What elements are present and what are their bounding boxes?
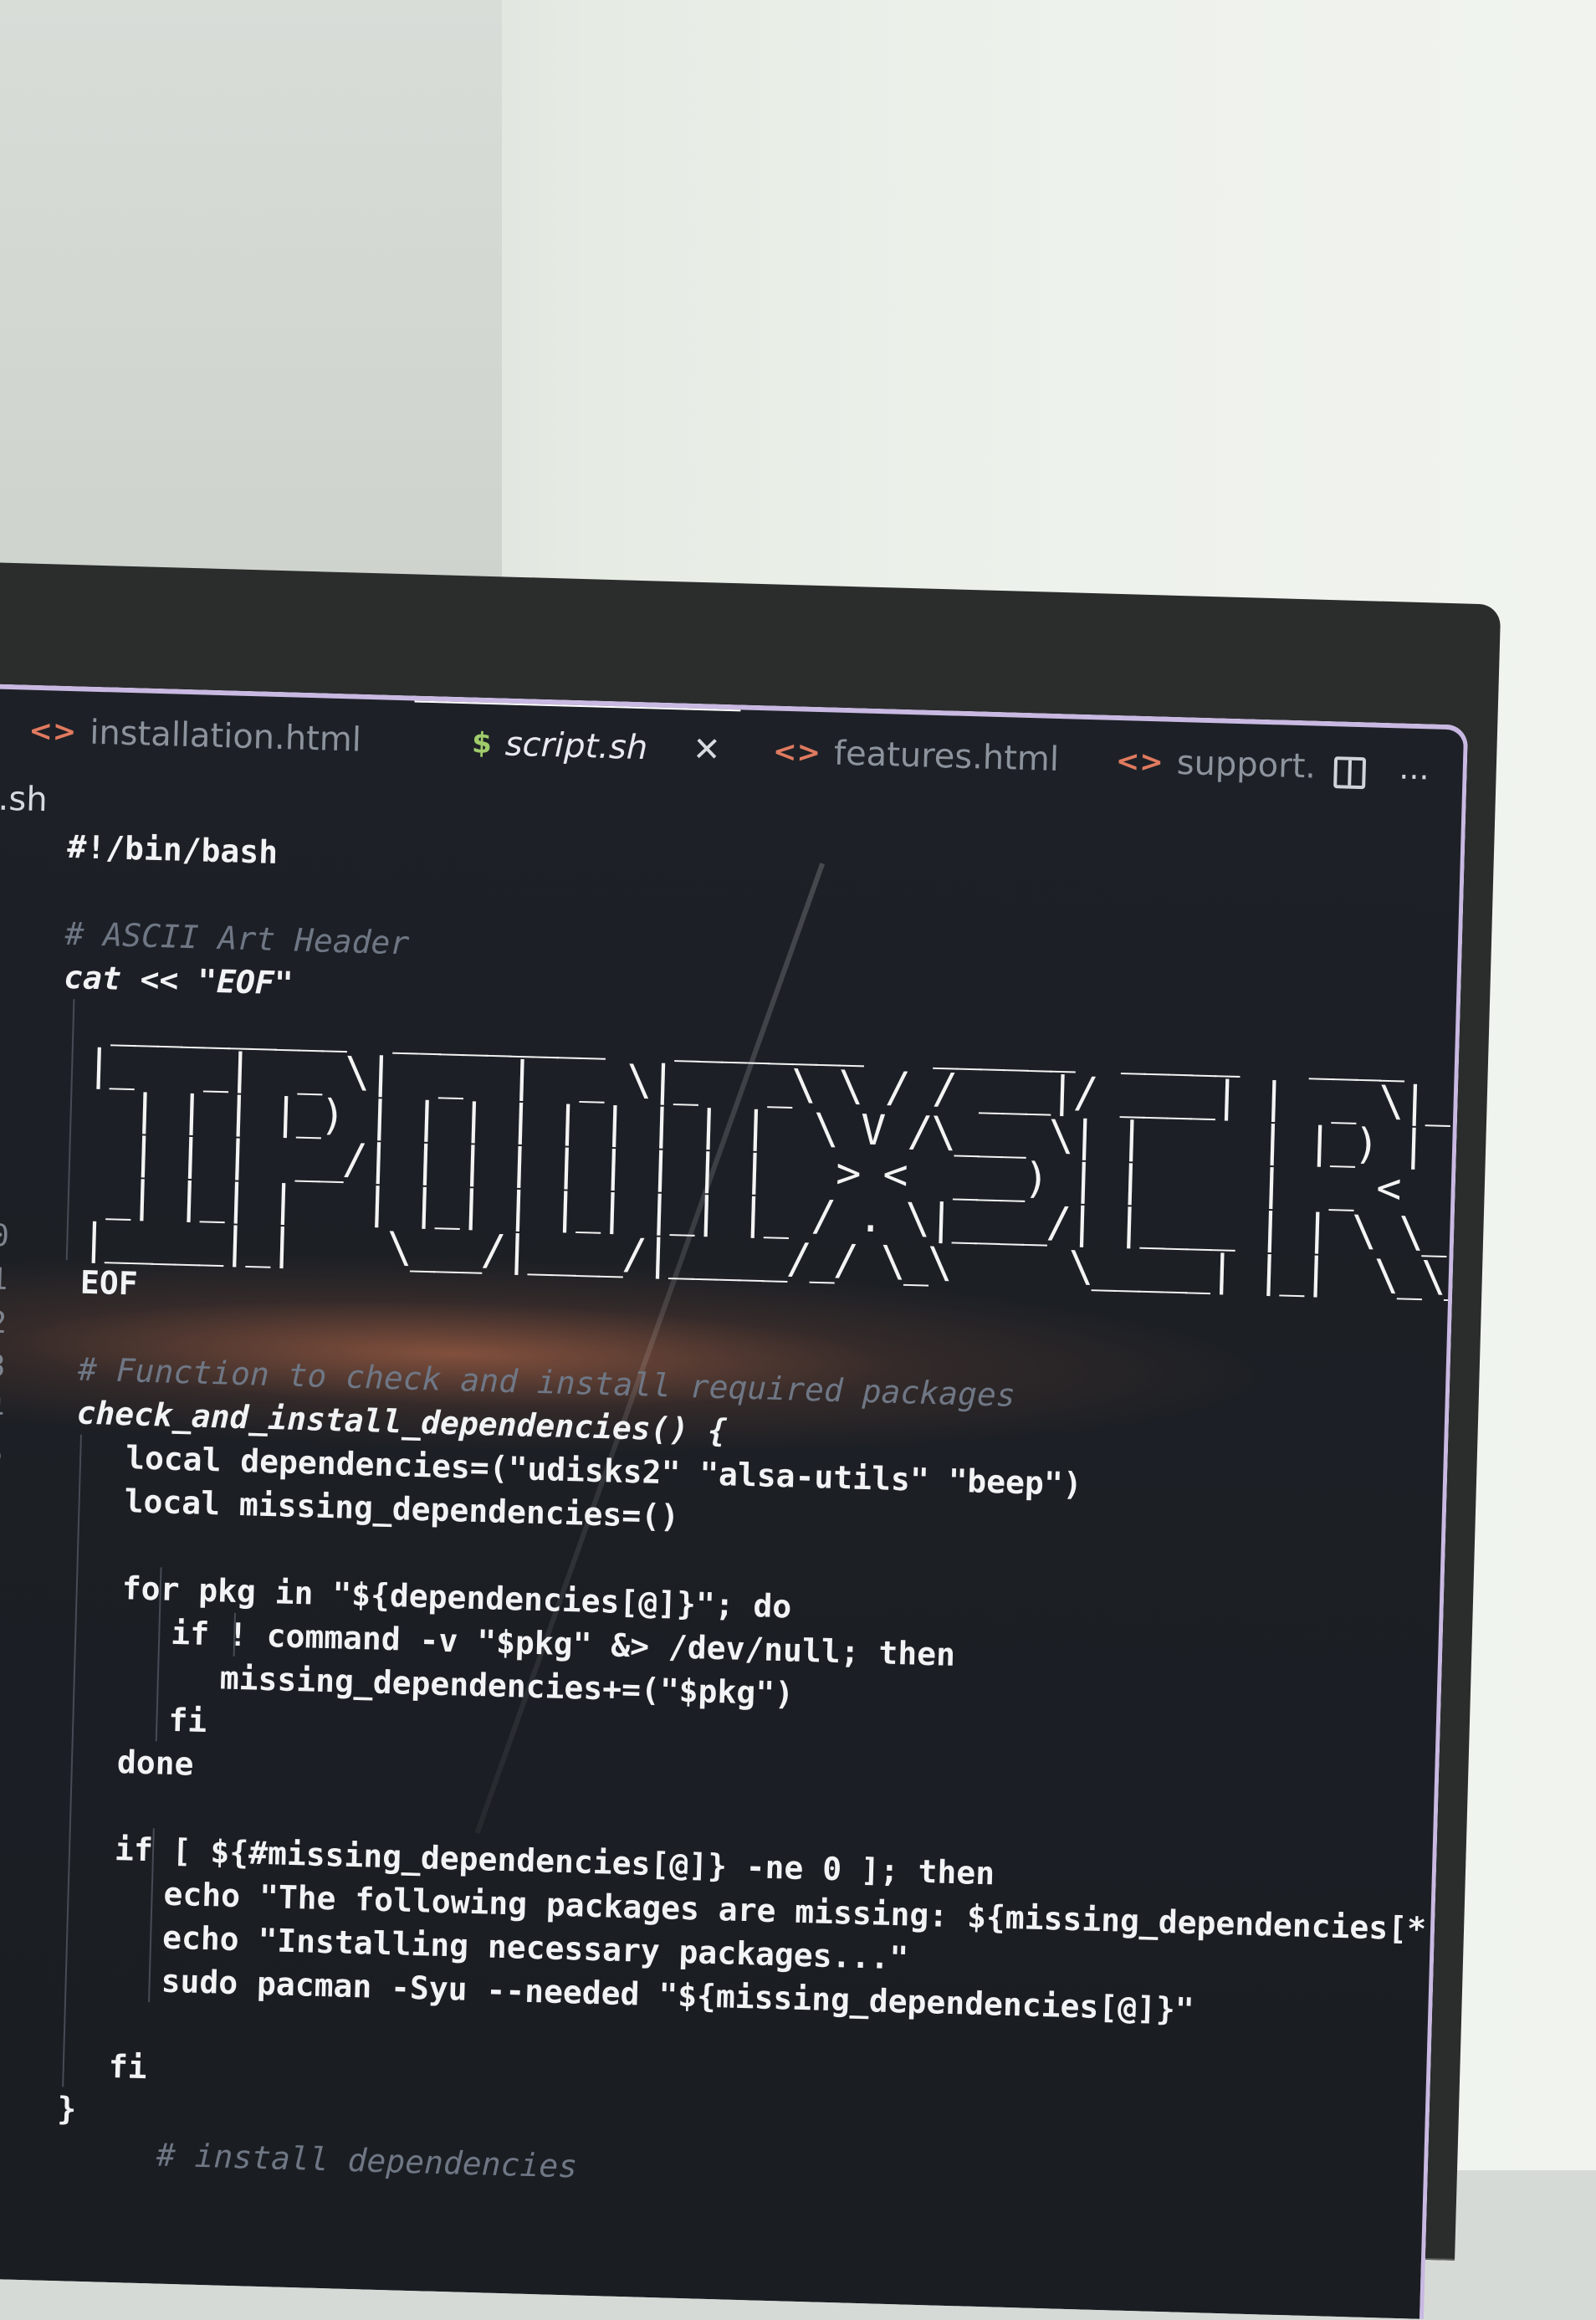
code-text: #!/bin/bash (66, 827, 279, 871)
line-number: 14 (0, 1391, 5, 1428)
line-number: 15 (0, 1435, 4, 1472)
line-number: 11 (0, 1261, 8, 1298)
tab-label: installation.html (89, 713, 362, 760)
tab-script-sh[interactable]: $ script.sh ✕ (471, 724, 722, 770)
line-number: 19 (0, 1606, 13, 1651)
line-number: 5 (0, 996, 29, 1042)
code-text: fi (167, 1701, 207, 1739)
code-text: } (56, 2090, 77, 2128)
line-number: 24 (0, 1822, 7, 1867)
breadcrumb[interactable]: t.sh (0, 779, 48, 819)
code-icon: <> (1115, 744, 1164, 780)
line-number: 23 (0, 1779, 8, 1824)
tab-label: features.html (833, 734, 1060, 779)
tab-support[interactable]: <> support. (1115, 742, 1316, 786)
monitor: <> installation.html $ script.sh ✕ <> fe… (0, 562, 1501, 2319)
line-number: 10 (0, 1217, 10, 1254)
line-number: 25 (0, 1866, 5, 1911)
line-number: 1 (0, 827, 3, 862)
line-number: 9 (0, 1170, 25, 1216)
code-text: cat << "EOF" (63, 958, 294, 1002)
code-icon: <> (772, 735, 821, 771)
line-number: 27 (0, 1953, 3, 1998)
code-editor[interactable]: __________ _________ ________ ______ ___… (0, 822, 1468, 2212)
line-number: 28 (0, 1996, 2, 2041)
tab-features-html[interactable]: <> features.html (772, 732, 1060, 779)
more-actions-icon[interactable]: ··· (1399, 758, 1430, 796)
tab-label: script.sh (504, 725, 648, 768)
line-number: 8 (0, 1127, 26, 1172)
tab-bar: <> installation.html $ script.sh ✕ <> fe… (0, 689, 1464, 814)
line-number: 22 (0, 1735, 9, 1780)
tab-label: support. (1176, 743, 1317, 786)
line-number: 12 (0, 1304, 8, 1341)
line-number: 4 (0, 953, 31, 998)
code-text: EOF (79, 1263, 139, 1303)
close-icon[interactable]: ✕ (692, 730, 721, 770)
tab-actions: ··· (1333, 756, 1430, 796)
line-number: 6 (0, 1040, 28, 1085)
code-icon: <> (28, 714, 77, 750)
tab-installation-html[interactable]: <> installation.html (28, 712, 362, 760)
line-number: 2 (0, 866, 33, 911)
line-number: 17 (0, 1518, 15, 1564)
line-number: 16 (0, 1478, 3, 1515)
line-number: 3 (0, 909, 32, 955)
dollar-icon: $ (471, 726, 493, 761)
line-number: 13 (0, 1348, 7, 1385)
line-number: 21 (0, 1692, 10, 1737)
line-number: 18 (0, 1562, 14, 1607)
code-text: done (116, 1744, 195, 1783)
line-number: 7 (0, 1083, 28, 1129)
wall-shadow (0, 0, 502, 636)
line-number: 29 (0, 2040, 1, 2085)
split-editor-icon[interactable] (1333, 756, 1366, 790)
line-number: 20 (0, 1648, 12, 1693)
code-text: fi (108, 2047, 148, 2087)
editor-screen: <> installation.html $ script.sh ✕ <> fe… (0, 683, 1469, 2319)
line-number: 26 (0, 1909, 4, 1954)
